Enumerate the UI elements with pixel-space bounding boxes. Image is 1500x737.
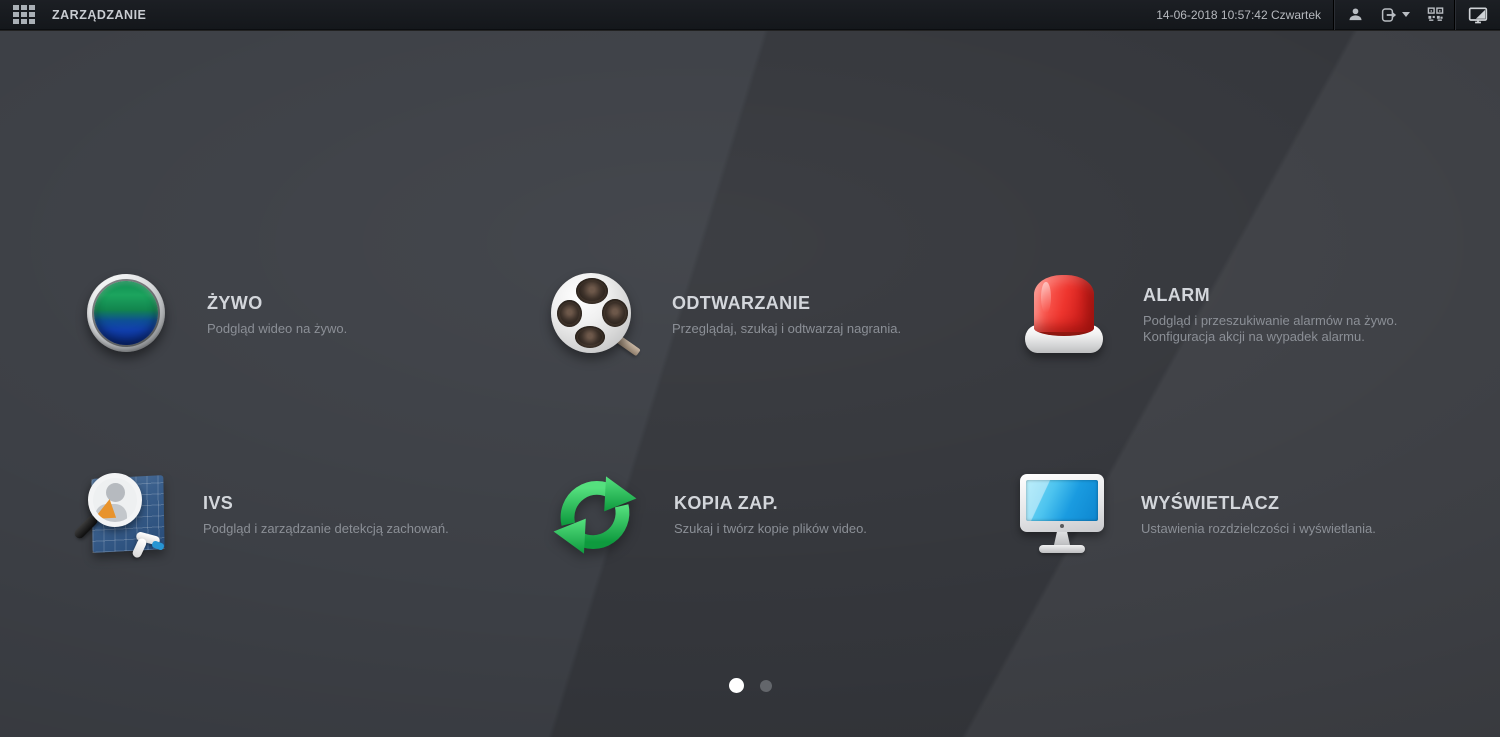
alarm-siren-icon xyxy=(1020,271,1108,359)
logout-button[interactable] xyxy=(1375,0,1415,30)
menu-item-text: WYŚWIETLACZ Ustawienia rozdzielczości i … xyxy=(1141,493,1376,537)
menu-item-display[interactable]: WYŚWIETLACZ Ustawienia rozdzielczości i … xyxy=(1018,467,1376,563)
logout-icon xyxy=(1380,6,1398,24)
menu-item-desc: Podgląd wideo na żywo. xyxy=(207,321,347,337)
menu-item-desc: Przeglądaj, szukaj i odtwarzaj nagrania. xyxy=(672,321,901,337)
menu-item-desc-line2: Konfiguracja akcji na wypadek alarmu. xyxy=(1143,329,1397,345)
app-title: ZARZĄDZANIE xyxy=(52,8,146,22)
menu-item-title: ŻYWO xyxy=(207,293,347,314)
menu-item-title: ALARM xyxy=(1143,285,1397,306)
qr-code-icon xyxy=(1427,6,1444,23)
film-reel-icon xyxy=(549,271,637,359)
display-switch-button[interactable] xyxy=(1456,0,1500,30)
menu-item-alarm[interactable]: ALARM Podgląd i przeszukiwanie alarmów n… xyxy=(1020,267,1397,363)
menu-item-title: IVS xyxy=(203,493,449,514)
menu-item-text: IVS Podgląd i zarządzanie detekcją zacho… xyxy=(203,493,449,537)
menu-item-text: KOPIA ZAP. Szukaj i twórz kopie plików v… xyxy=(674,493,867,537)
menu-item-playback[interactable]: ODTWARZANIE Przeglądaj, szukaj i odtwarz… xyxy=(549,267,901,363)
main-menu-area: ŻYWO Podgląd wideo na żywo. ODTWARZANIE … xyxy=(0,31,1500,737)
backup-sync-arrows-icon xyxy=(551,471,639,559)
datetime-text: 14-06-2018 10:57:42 Czwartek xyxy=(1156,8,1321,22)
titlebar-left: ZARZĄDZANIE xyxy=(0,0,146,29)
menu-item-title: KOPIA ZAP. xyxy=(674,493,867,514)
display-monitor-icon xyxy=(1468,5,1488,25)
user-button[interactable] xyxy=(1335,0,1375,30)
menu-item-desc: Podgląd i zarządzanie detekcją zachowań. xyxy=(203,521,449,537)
menu-item-desc: Podgląd i przeszukiwanie alarmów na żywo… xyxy=(1143,313,1397,329)
menu-item-desc: Szukaj i twórz kopie plików video. xyxy=(674,521,867,537)
menu-item-text: ALARM Podgląd i przeszukiwanie alarmów n… xyxy=(1143,285,1397,345)
titlebar: ZARZĄDZANIE 14-06-2018 10:57:42 Czwartek xyxy=(0,0,1500,30)
app-grid-icon[interactable] xyxy=(13,5,35,24)
page-dot-active[interactable] xyxy=(729,678,744,693)
menu-item-text: ŻYWO Podgląd wideo na żywo. xyxy=(207,293,347,337)
chevron-down-icon xyxy=(1402,12,1410,17)
qr-button[interactable] xyxy=(1415,0,1455,30)
user-icon xyxy=(1347,6,1364,23)
menu-item-title: ODTWARZANIE xyxy=(672,293,901,314)
pagination-dots xyxy=(0,678,1500,693)
menu-item-desc: Ustawienia rozdzielczości i wyświetlania… xyxy=(1141,521,1376,537)
page-dot[interactable] xyxy=(760,680,772,692)
menu-item-ivs[interactable]: IVS Podgląd i zarządzanie detekcją zacho… xyxy=(80,467,449,563)
menu-item-title: WYŚWIETLACZ xyxy=(1141,493,1376,514)
titlebar-right: 14-06-2018 10:57:42 Czwartek xyxy=(1156,0,1500,29)
menu-item-text: ODTWARZANIE Przeglądaj, szukaj i odtwarz… xyxy=(672,293,901,337)
display-settings-monitor-icon xyxy=(1018,471,1106,559)
menu-item-live[interactable]: ŻYWO Podgląd wideo na żywo. xyxy=(84,267,347,363)
ivs-magnifier-icon xyxy=(80,471,168,559)
live-view-button-icon xyxy=(84,271,172,359)
menu-item-backup[interactable]: KOPIA ZAP. Szukaj i twórz kopie plików v… xyxy=(551,467,867,563)
